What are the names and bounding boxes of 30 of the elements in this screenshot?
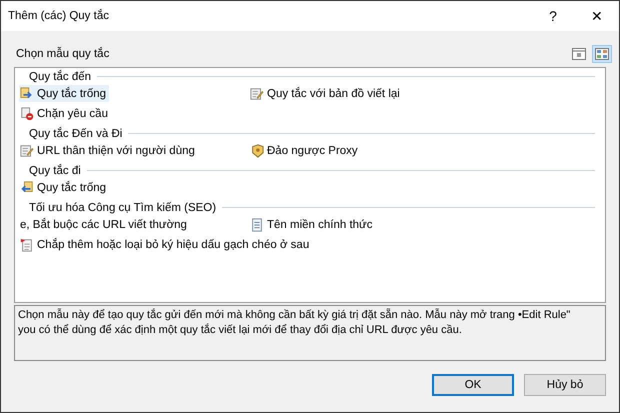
template-item[interactable]: Quy tắc với bản đồ viết lại [249,85,403,102]
details-view-button[interactable] [569,45,589,63]
group-title: Quy tắc đi [29,164,82,176]
document-pencil-icon [250,86,264,100]
document-pencil-icon [20,144,34,158]
description-text: Chọn mẫu này để tạo quy tắc gửi đến mới mà không cần bất kỳ giá trị đặt sẵn nào. Mẫu này mở trang •Edit Rule" you có thể dùng để xác định một quy tắc viết lại mới để thay đổi địa chỉ URL được yêu cầu. [18,308,572,338]
ok-button[interactable]: OK [432,374,514,396]
template-item[interactable]: Chắp thêm hoặc loại bỏ ký hiệu dấu gạch chéo ở sau [19,236,312,253]
cancel-button[interactable]: Hủy bỏ [524,374,606,396]
document-icon [250,218,264,232]
template-item[interactable]: Quy tắc trống [19,179,110,196]
template-item[interactable]: Tên miền chính thức [249,216,376,233]
template-item[interactable]: Quy tắc trống [19,85,110,102]
template-item[interactable]: e, Bắt buộc các URL viết thường [19,216,190,233]
template-item[interactable]: URL thân thiện với người dùng [19,142,198,159]
template-item[interactable]: Chặn yêu cầu [19,105,111,122]
section-label: Chọn mẫu quy tắc [15,48,110,60]
document-stop-icon [20,106,34,120]
arrow-icon [20,86,34,100]
close-button[interactable]: ✕ [575,1,619,31]
document-shield-icon [250,144,264,158]
arrow-icon [20,180,34,194]
group-title: Quy tắc đến [29,70,92,82]
template-item[interactable]: Đảo ngược Proxy [249,142,361,159]
group-title: Quy tắc Đến và Đi [29,128,124,140]
document-icon [20,238,34,252]
window-title: Thêm (các) Quy tắc [8,10,109,22]
tiles-view-button[interactable] [592,45,612,63]
help-button[interactable]: ? [531,1,575,31]
group-title: Tối ưu hóa Công cụ Tìm kiếm (SEO) [29,202,218,214]
